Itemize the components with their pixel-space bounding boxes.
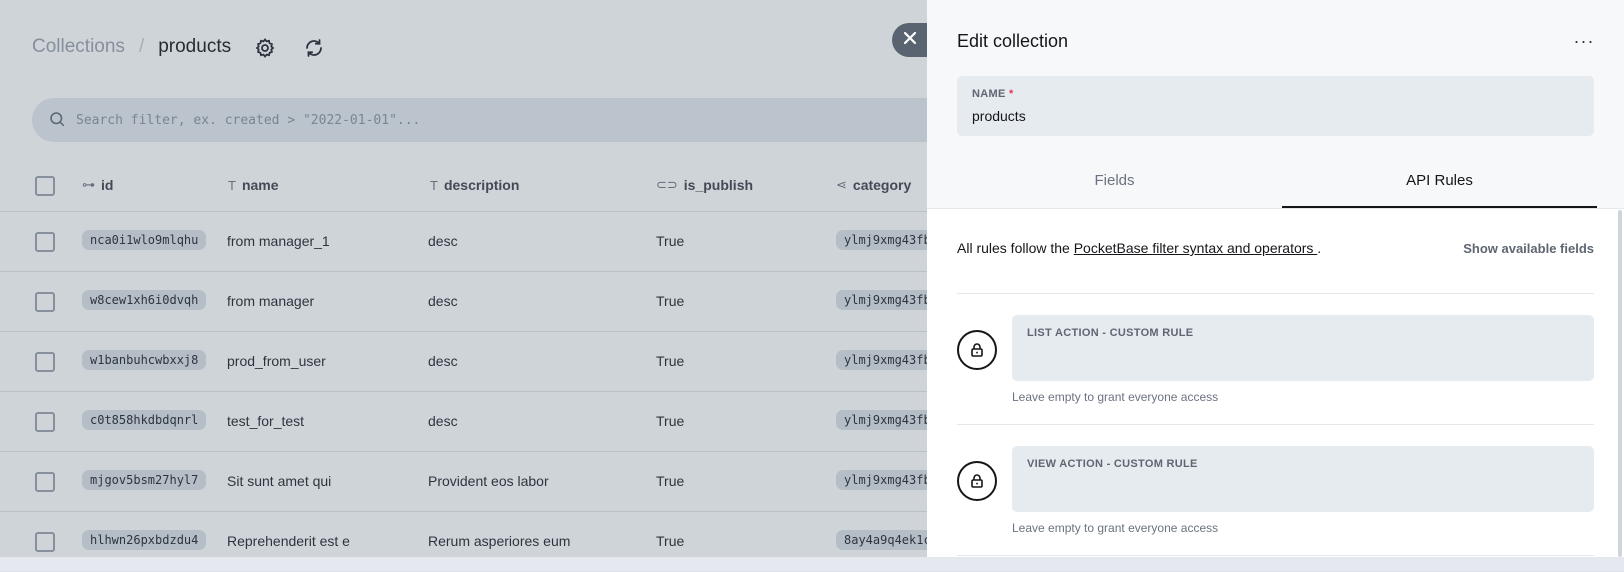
name-field-label: NAME *	[972, 88, 1014, 100]
tab-fields[interactable]: Fields	[957, 160, 1272, 208]
rules-intro-suffix: .	[1317, 240, 1322, 256]
panel-title: Edit collection	[957, 31, 1069, 51]
list-rule-hint: Leave empty to grant everyone access	[1012, 390, 1219, 404]
panel-divider	[927, 208, 1624, 209]
required-mark: *	[1008, 88, 1014, 100]
view-rule-input[interactable]	[1027, 476, 1577, 504]
rules-intro-text: All rules follow the	[957, 240, 1074, 256]
tab-fields-label: Fields	[1094, 172, 1135, 189]
panel-header: Edit collection ··· NAME * Fields API Ru…	[927, 0, 1624, 208]
view-rule-hint: Leave empty to grant everyone access	[1012, 521, 1219, 535]
name-label-text: NAME	[972, 88, 1006, 100]
name-field[interactable]: NAME *	[957, 76, 1594, 136]
edit-collection-panel: Edit collection ··· NAME * Fields API Ru…	[927, 0, 1624, 557]
tab-api-rules-label: API Rules	[1406, 172, 1473, 189]
tab-api-rules[interactable]: API Rules	[1282, 160, 1597, 208]
panel-scrollbar[interactable]	[1618, 210, 1622, 557]
rules-intro: All rules follow the PocketBase filter s…	[957, 240, 1321, 256]
view-rule-label: VIEW ACTION - CUSTOM RULE	[1027, 458, 1198, 470]
list-rule-input[interactable]	[1027, 345, 1577, 373]
divider	[957, 555, 1594, 556]
list-rule-field[interactable]: LIST ACTION - CUSTOM RULE	[1012, 315, 1594, 381]
divider	[957, 424, 1594, 425]
name-input[interactable]	[972, 105, 1572, 127]
lock-icon[interactable]	[957, 461, 997, 501]
close-icon	[902, 30, 918, 51]
divider	[957, 293, 1594, 294]
list-rule-label: LIST ACTION - CUSTOM RULE	[1027, 327, 1194, 339]
view-rule-field[interactable]: VIEW ACTION - CUSTOM RULE	[1012, 446, 1594, 512]
show-available-fields-button[interactable]: Show available fields	[1447, 241, 1594, 256]
filter-syntax-link[interactable]: PocketBase filter syntax and operators	[1074, 240, 1318, 256]
lock-icon[interactable]	[957, 330, 997, 370]
more-options-icon[interactable]: ···	[1570, 29, 1598, 53]
